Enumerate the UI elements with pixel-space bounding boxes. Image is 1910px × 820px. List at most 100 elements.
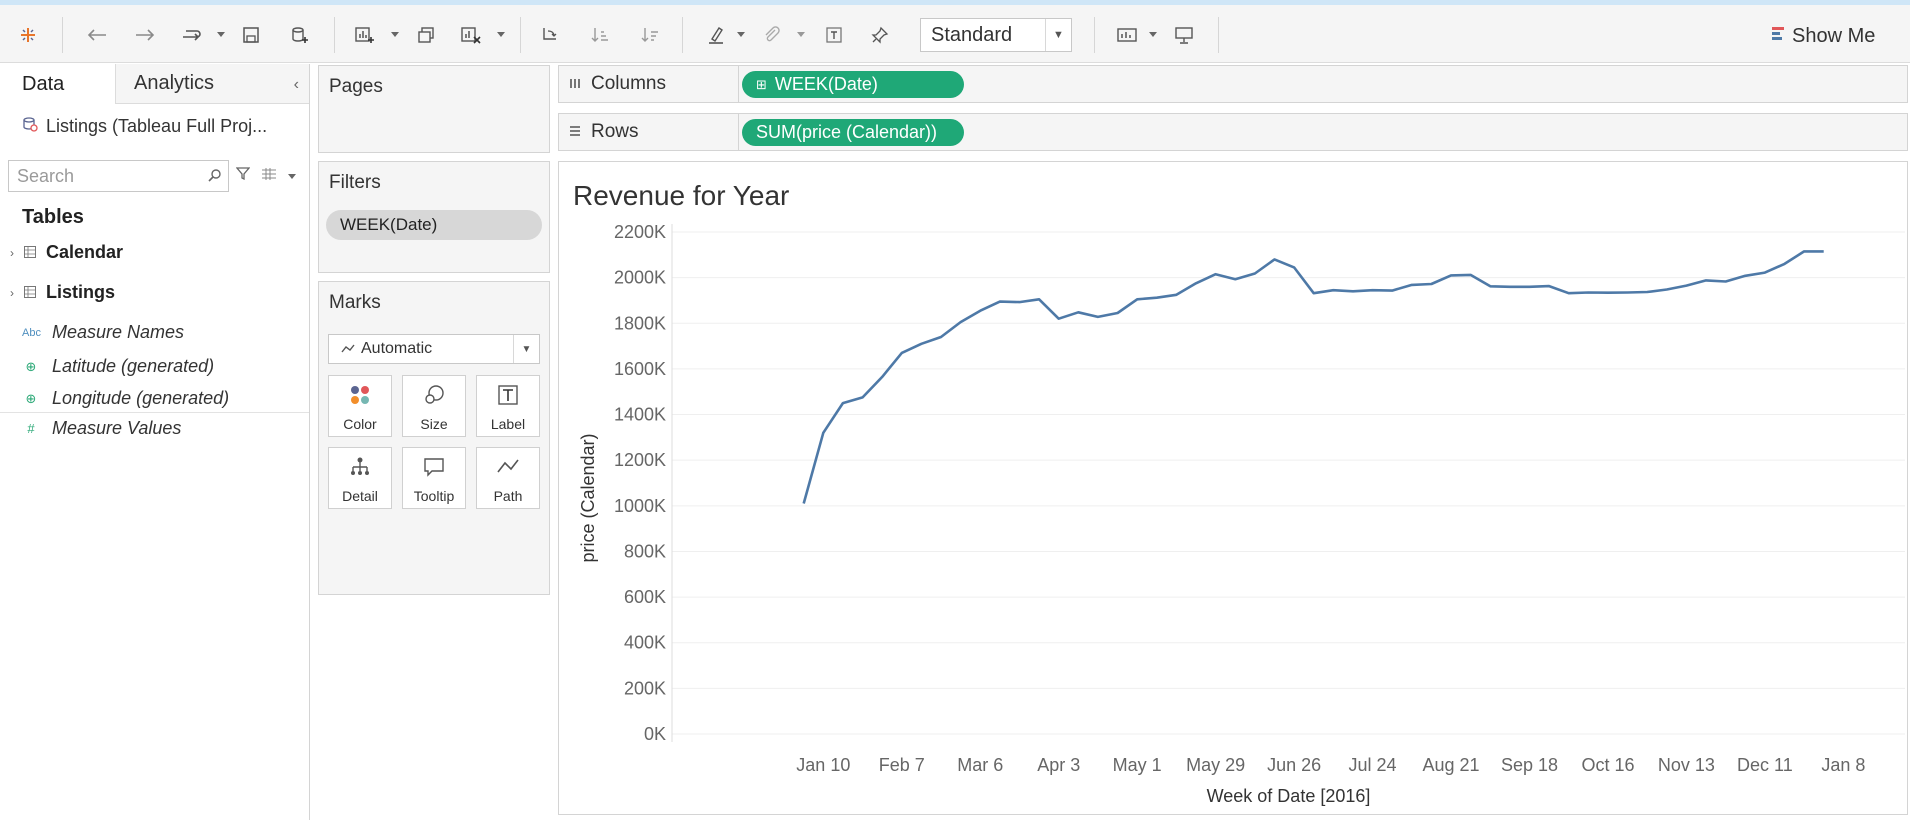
series-line[interactable] (802, 250, 1824, 504)
highlight-dropdown-icon[interactable] (736, 23, 746, 47)
rows-shelf[interactable]: Rows SUM(price (Calendar)) (558, 113, 1908, 151)
y-tick-label: 400K (624, 633, 666, 653)
path-label: Path (493, 488, 523, 504)
expand-plus-icon[interactable]: ⊞ (756, 77, 767, 93)
hash-icon: # (27, 421, 35, 436)
x-tick-label: May 29 (1186, 755, 1245, 775)
label-label: Label (490, 416, 526, 432)
save-icon[interactable] (242, 23, 260, 47)
tab-analytics[interactable]: Analytics ‹ (115, 64, 309, 104)
mark-type-select[interactable]: Automatic ▼ (328, 334, 540, 364)
y-tick-label: 1200K (614, 450, 666, 470)
tableau-logo-icon[interactable] (18, 23, 38, 47)
filters-card[interactable]: Filters WEEK(Date) (318, 161, 550, 273)
show-me-button[interactable]: Show Me (1772, 23, 1875, 49)
pin-icon[interactable] (870, 23, 890, 47)
group-dropdown-icon[interactable] (796, 23, 806, 47)
search-input[interactable] (17, 165, 197, 187)
view-list-icon[interactable] (262, 167, 276, 185)
y-tick-label: 2200K (614, 222, 666, 242)
view-size-select[interactable]: Standard ▼ (920, 18, 1072, 52)
new-datasource-icon[interactable] (290, 23, 310, 47)
chevron-down-icon[interactable]: ▼ (513, 335, 539, 363)
size-button[interactable]: Size (402, 375, 466, 437)
detail-button[interactable]: Detail (328, 447, 392, 509)
search-icon[interactable] (208, 168, 222, 187)
path-button[interactable]: Path (476, 447, 540, 509)
detail-label: Detail (342, 488, 378, 504)
toolbar-separator (1218, 17, 1219, 53)
pages-card[interactable]: Pages (318, 65, 550, 153)
table-name: Calendar (46, 242, 124, 262)
clear-sheet-icon[interactable] (460, 23, 482, 47)
tooltip-button[interactable]: Tooltip (402, 447, 466, 509)
y-axis-title: price (Calendar) (578, 433, 598, 562)
group-icon[interactable] (762, 23, 782, 47)
expand-icon[interactable]: › (10, 286, 14, 300)
label-button[interactable]: Label (476, 375, 540, 437)
line-chart[interactable]: 2200K 2000K 1800K 1600K 1400K 1200K 1000K 800K 6… (559, 162, 1907, 814)
field-item[interactable]: Abc Measure Names (22, 322, 184, 343)
table-icon (24, 282, 36, 303)
fit-dropdown-icon[interactable] (1148, 23, 1158, 47)
x-tick-label: Jun 26 (1267, 755, 1321, 775)
table-row[interactable]: › Calendar (10, 242, 123, 263)
redo-icon[interactable] (134, 23, 156, 47)
field-search[interactable] (8, 160, 229, 192)
line-mark-icon (341, 344, 355, 353)
x-tick-label: Jan 10 (796, 755, 850, 775)
rows-pill[interactable]: SUM(price (Calendar)) (742, 119, 964, 146)
replay-dropdown-icon[interactable] (216, 23, 226, 47)
new-worksheet-dropdown-icon[interactable] (390, 23, 400, 47)
sort-ascending-icon[interactable] (590, 23, 610, 47)
fit-icon[interactable] (1116, 23, 1138, 47)
chevron-down-icon[interactable]: ▼ (1045, 19, 1071, 51)
duplicate-icon[interactable] (416, 23, 436, 47)
filter-icon[interactable] (235, 166, 251, 185)
text-label-icon[interactable] (824, 23, 844, 47)
x-tick-label: Feb 7 (879, 755, 925, 775)
tables-heading: Tables (22, 206, 84, 228)
expand-icon[interactable]: › (10, 246, 14, 260)
highlight-icon[interactable] (706, 23, 726, 47)
data-pane: Data Analytics ‹ Listings (Tableau Full … (0, 64, 310, 820)
new-worksheet-icon[interactable] (354, 23, 376, 47)
x-tick-label: Apr 3 (1037, 755, 1080, 775)
globe-icon: ⊕ (25, 390, 37, 406)
presentation-icon[interactable] (1174, 23, 1194, 47)
columns-pill[interactable]: ⊞ WEEK(Date) (742, 71, 964, 98)
abc-icon: Abc (22, 326, 41, 339)
x-tick-label: Aug 21 (1423, 755, 1480, 775)
field-item[interactable]: # Measure Values (22, 418, 181, 439)
table-icon (24, 242, 36, 263)
table-row[interactable]: › Listings (10, 282, 115, 303)
x-tick-label: May 1 (1113, 755, 1162, 775)
pane-tabs: Data Analytics ‹ (0, 64, 309, 104)
columns-icon (569, 73, 581, 95)
x-tick-label: Nov 13 (1658, 755, 1715, 775)
undo-icon[interactable] (86, 23, 108, 47)
sort-descending-icon[interactable] (640, 23, 660, 47)
replay-icon[interactable] (180, 23, 202, 47)
color-button[interactable]: Color (328, 375, 392, 437)
datasource-item[interactable]: Listings (Tableau Full Proj... (22, 116, 267, 137)
filters-title: Filters (329, 172, 381, 193)
search-tools (235, 166, 296, 185)
y-tick-label: 600K (624, 587, 666, 607)
size-icon (403, 384, 465, 406)
tab-analytics-label: Analytics (134, 72, 215, 94)
columns-shelf[interactable]: Columns ⊞ WEEK(Date) (558, 65, 1908, 103)
swap-icon[interactable] (540, 23, 560, 47)
field-item[interactable]: ⊕ Longitude (generated) (22, 388, 230, 409)
clear-sheet-dropdown-icon[interactable] (496, 23, 506, 47)
view-dropdown-icon[interactable] (288, 167, 296, 185)
label-icon (477, 384, 539, 406)
rows-label: Rows (591, 121, 639, 142)
filter-pill[interactable]: WEEK(Date) (326, 210, 542, 240)
field-item[interactable]: ⊕ Latitude (generated) (22, 356, 215, 377)
collapse-pane-icon[interactable]: ‹ (294, 76, 299, 94)
y-tick-label: 1000K (614, 496, 666, 516)
rows-shelf-label: Rows (569, 114, 639, 150)
shelf-divider (738, 114, 739, 150)
tab-data[interactable]: Data (0, 64, 115, 104)
